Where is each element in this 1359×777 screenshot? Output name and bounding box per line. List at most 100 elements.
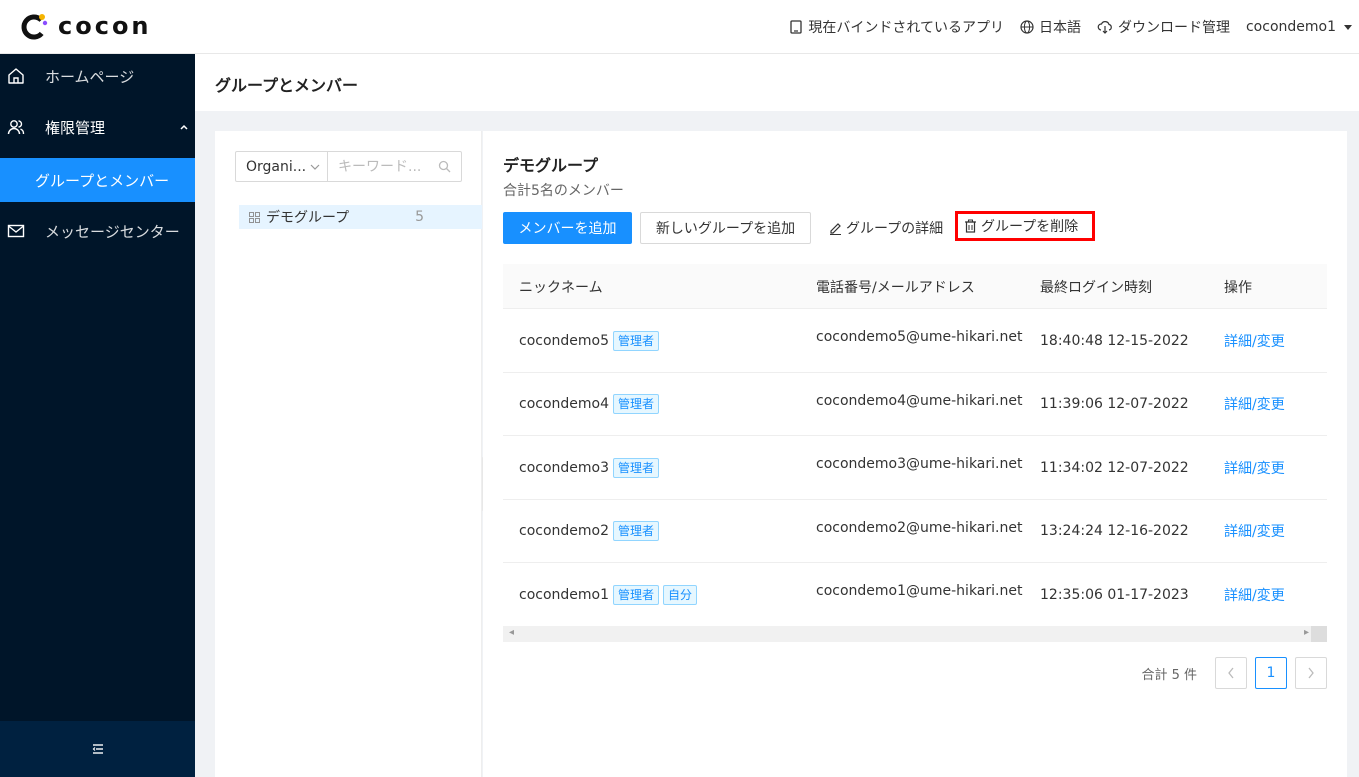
detail-edit-link[interactable]: 詳細/変更 [1224, 436, 1285, 499]
nickname-cell: cocondemo4 管理者 [519, 373, 660, 436]
role-badge: 管理者 [613, 457, 660, 478]
member-count: 合計5名のメンバー [503, 183, 624, 199]
group-detail-label: グループの詳細 [846, 221, 944, 237]
nickname: cocondemo4 [519, 396, 610, 412]
organization-select[interactable]: Organi... [236, 152, 328, 181]
sidebar-item-groups-members[interactable]: グループとメンバー [0, 158, 195, 202]
nickname: cocondemo1 [519, 586, 610, 603]
role-badge: 管理者 [613, 584, 660, 605]
tablet-icon [790, 20, 803, 34]
add-member-button[interactable]: メンバーを追加 [503, 212, 632, 244]
sidebar-item-permissions[interactable]: 権限管理 [0, 105, 195, 149]
table-row: cocondemo3 管理者 cocondemo3@ume-hikari.net… [503, 436, 1327, 500]
sidebar-collapse-button[interactable] [0, 721, 195, 777]
table-row: cocondemo4 管理者 cocondemo4@ume-hikari.net… [503, 373, 1327, 436]
sidebar-item-message-center[interactable]: メッセージセンター [0, 209, 195, 253]
prev-page-button[interactable] [1215, 657, 1247, 689]
nickname: cocondemo5 [519, 332, 610, 349]
page-1-button[interactable]: 1 [1255, 657, 1287, 689]
apps-icon [249, 211, 260, 223]
last-login-cell: 11:34:02 12-07-2022 [1040, 459, 1189, 476]
bound-apps-link[interactable]: 現在バインドされているアプリ [789, 17, 1004, 37]
role-badge: 管理者 [613, 521, 660, 541]
chevron-left-icon [1228, 667, 1234, 679]
cloud-download-icon [1097, 21, 1112, 34]
language-label: 日本語 [1038, 20, 1081, 36]
sidebar-item-label: メッセージセンター [45, 222, 180, 241]
pagination-total: 合計 5 件 [1141, 667, 1197, 683]
download-manager-link[interactable]: ダウンロード管理 [1097, 17, 1230, 37]
delete-group-button[interactable]: グループを削除 [955, 211, 1095, 241]
column-header-nickname[interactable]: ニックネーム [519, 264, 603, 309]
tree-item-count: 5 [415, 209, 424, 225]
top-bar: cocon 現在バインドされているアプリ 日本語 ダウンロード管理 cocond… [0, 0, 1359, 54]
keyword-search-input[interactable] [328, 152, 438, 181]
menu-fold-icon [92, 744, 103, 754]
table-row: cocondemo1 管理者 自分 cocondemo1@ume-hikari.… [503, 563, 1327, 627]
group-detail-button[interactable]: グループの詳細 [828, 212, 943, 244]
mail-icon [7, 224, 25, 238]
organization-select-value: Organi... [246, 158, 307, 175]
sidebar-item-label: ホームページ [45, 67, 135, 86]
sidebar-item-label: グループとメンバー [35, 171, 170, 190]
table-header: ニックネーム 電話番号/メールアドレス 最終ログイン時刻 操作 [503, 264, 1327, 309]
language-switch[interactable]: 日本語 [1020, 17, 1081, 37]
logo-text: cocon [58, 12, 152, 40]
detail-edit-link[interactable]: 詳細/変更 [1224, 373, 1285, 436]
scroll-right-arrow[interactable]: ▸ [1304, 627, 1309, 638]
sidebar-item-home[interactable]: ホームページ [0, 54, 195, 98]
column-header-last-login[interactable]: 最終ログイン時刻 [1040, 264, 1152, 309]
nickname-cell: cocondemo1 管理者 自分 [519, 563, 698, 626]
nickname: cocondemo3 [519, 459, 610, 476]
detail-edit-link[interactable]: 詳細/変更 [1224, 500, 1285, 563]
nickname-cell: cocondemo5 管理者 [519, 309, 660, 372]
chevron-down-icon [310, 164, 320, 170]
group-tree-panel: Organi... デモグループ 5 [215, 131, 482, 777]
sidebar-item-label: 権限管理 [45, 118, 106, 137]
email-cell: cocondemo2@ume-hikari.net [816, 519, 1023, 536]
group-detail-panel: デモグループ 合計5名のメンバー メンバーを追加 新しいグループを追加 グループ… [483, 131, 1347, 777]
scrollbar-corner [1311, 626, 1327, 642]
last-login-cell: 13:24:24 12-16-2022 [1040, 523, 1189, 539]
table-row: cocondemo5 管理者 cocondemo5@ume-hikari.net… [503, 309, 1327, 373]
members-table: ニックネーム 電話番号/メールアドレス 最終ログイン時刻 操作 cocondem… [503, 264, 1327, 627]
page-title: グループとメンバー [215, 76, 359, 95]
last-login-cell: 18:40:48 12-15-2022 [1040, 332, 1189, 349]
sidebar: ホームページ 権限管理 グループとメンバー メッセージセンター [0, 54, 195, 777]
top-menu: 現在バインドされているアプリ 日本語 ダウンロード管理 cocondemo1 [789, 0, 1359, 54]
email-cell: cocondemo1@ume-hikari.net [816, 583, 1023, 599]
search-icon[interactable] [438, 160, 451, 173]
delete-group-label: グループを削除 [981, 219, 1079, 235]
next-page-button[interactable] [1295, 657, 1327, 689]
scroll-left-arrow[interactable]: ◂ [509, 627, 514, 638]
globe-icon [1020, 20, 1034, 34]
column-header-actions: 操作 [1224, 279, 1252, 296]
email-cell: cocondemo5@ume-hikari.net [816, 329, 1023, 345]
add-group-button[interactable]: 新しいグループを追加 [640, 212, 811, 244]
tree-item-label: デモグループ [266, 210, 350, 226]
download-manager-label: ダウンロード管理 [1117, 20, 1230, 36]
home-icon [8, 68, 24, 84]
role-badge: 管理者 [613, 394, 660, 414]
tree-item-demo-group[interactable]: デモグループ 5 [239, 205, 482, 229]
email-cell: cocondemo4@ume-hikari.net [816, 392, 1023, 409]
users-icon [7, 120, 25, 135]
chevron-right-icon [1308, 667, 1314, 679]
user-menu[interactable]: cocondemo1 [1246, 19, 1355, 35]
brand-logo[interactable]: cocon [20, 12, 152, 40]
self-badge: 自分 [663, 584, 698, 605]
nickname: cocondemo2 [519, 523, 610, 539]
caret-down-icon [1344, 25, 1352, 30]
logo-icon [21, 14, 48, 40]
column-header-contact[interactable]: 電話番号/メールアドレス [816, 264, 975, 309]
tree-search: Organi... [235, 151, 462, 182]
email-cell: cocondemo3@ume-hikari.net [816, 456, 1023, 472]
page-header: グループとメンバー [195, 54, 1359, 111]
horizontal-scrollbar[interactable]: ◂ ▸ [503, 626, 1327, 642]
detail-edit-link[interactable]: 詳細/変更 [1224, 309, 1285, 372]
role-badge: 管理者 [613, 330, 660, 351]
detail-edit-link[interactable]: 詳細/変更 [1224, 563, 1285, 626]
table-row: cocondemo2 管理者 cocondemo2@ume-hikari.net… [503, 500, 1327, 563]
pagination: 合計 5 件 1 [1141, 657, 1327, 689]
last-login-cell: 12:35:06 01-17-2023 [1040, 586, 1189, 603]
